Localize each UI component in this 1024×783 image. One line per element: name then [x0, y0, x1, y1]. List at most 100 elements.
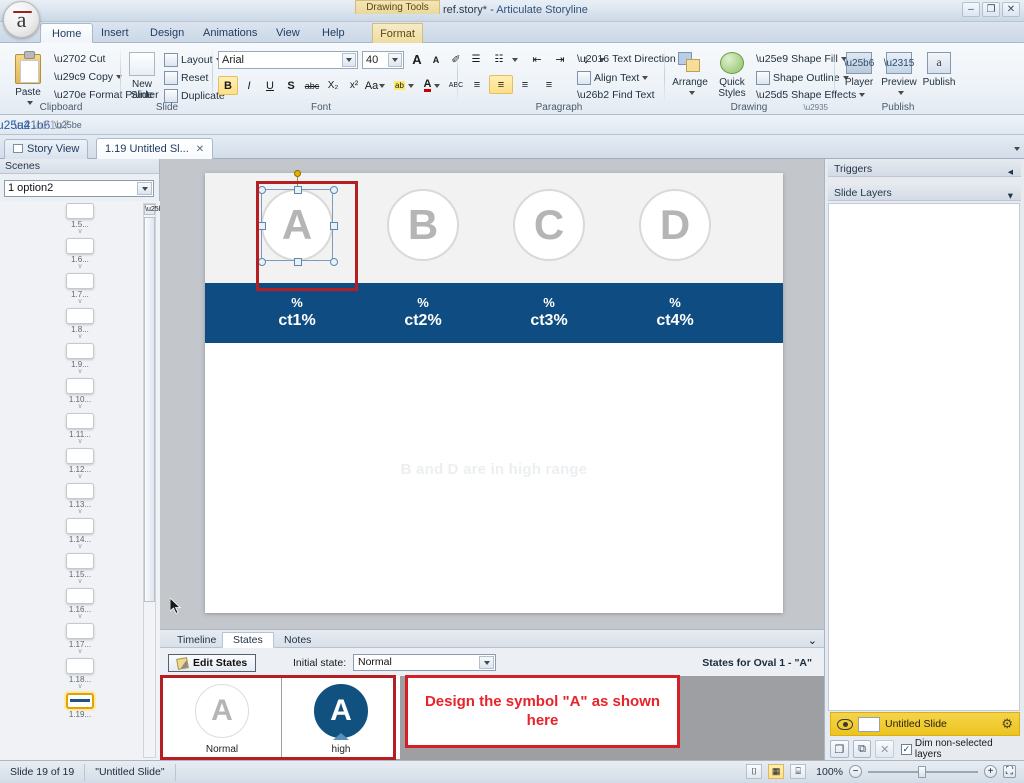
italic-button[interactable]: I — [239, 76, 259, 95]
oval-shape-c[interactable]: C — [513, 189, 585, 261]
slide-thumbnail[interactable] — [66, 518, 94, 534]
zoom-out-button[interactable]: − — [849, 765, 862, 778]
slide-layers-list[interactable] — [828, 203, 1020, 711]
publish-button[interactable]: a Publish — [920, 50, 958, 88]
percent-block-4[interactable]: % ct4% — [620, 295, 730, 331]
edit-states-button[interactable]: Edit States — [168, 654, 257, 672]
list-item[interactable]: 1.12... ∨ — [0, 448, 160, 480]
close-tab-icon[interactable]: ✕ — [196, 144, 204, 155]
delete-layer-button[interactable]: ✕ — [875, 740, 895, 758]
grow-font-button[interactable]: A — [407, 50, 427, 69]
subscript-button[interactable]: X₂ — [323, 76, 343, 95]
collapse-panel-chevron-icon[interactable]: ⌄ — [808, 634, 817, 647]
font-size-combo[interactable]: 40 — [362, 51, 404, 69]
fit-to-window-button[interactable]: ⛶ — [1003, 765, 1016, 778]
numbering-button[interactable]: ☷ — [488, 50, 510, 69]
new-slide-button[interactable]: New Slide — [124, 50, 160, 101]
font-size-chevron-down-icon[interactable] — [388, 53, 402, 67]
initial-state-chevron-down-icon[interactable] — [479, 656, 494, 669]
list-item[interactable]: 1.18... ∨ — [0, 658, 160, 690]
layer-row-untitled-slide[interactable]: Untitled Slide ⚙ — [830, 712, 1020, 736]
list-item[interactable]: 1.13... ∨ — [0, 483, 160, 515]
zoom-slider[interactable] — [868, 765, 978, 778]
dim-non-selected-layers-option[interactable]: ✓ Dim non-selected layers — [901, 738, 1020, 760]
change-case-button[interactable]: Aa — [365, 76, 386, 95]
player-button[interactable]: \u25b6 Player — [840, 50, 878, 88]
restore-button[interactable]: ❐ — [982, 2, 1000, 17]
new-layer-button[interactable]: ❐ — [830, 740, 849, 758]
preview-button[interactable]: \u2315 Preview — [878, 50, 920, 99]
paste-button[interactable]: Paste — [8, 50, 48, 109]
shrink-font-button[interactable]: A — [426, 50, 446, 69]
list-item[interactable]: 1.9... ∨ — [0, 343, 160, 375]
slide-thumbnail[interactable] — [66, 308, 94, 324]
reset-button[interactable]: Reset — [164, 71, 208, 85]
align-text-chevron-down-icon[interactable] — [642, 76, 649, 80]
dim-checkbox[interactable]: ✓ — [901, 743, 912, 755]
oval-shape-b[interactable]: B — [387, 189, 459, 261]
slide-thumbnail-selected[interactable] — [66, 693, 94, 709]
bullets-button[interactable]: ☰ — [465, 50, 487, 69]
cut-button[interactable]: \u2702 Cut — [54, 53, 105, 65]
slide-thumbnail[interactable] — [66, 658, 94, 674]
percent-block-2[interactable]: % ct2% — [368, 295, 478, 331]
bold-button[interactable]: B — [218, 76, 238, 95]
tab-states[interactable]: States — [222, 632, 274, 648]
numbering-chevron-down-icon[interactable] — [510, 50, 520, 69]
highlight-color-button[interactable]: ab — [394, 76, 414, 95]
triggers-panel-header[interactable]: Triggers ◂ — [828, 161, 1021, 178]
slide-thumbnail[interactable] — [66, 273, 94, 289]
zoom-in-button[interactable]: + — [984, 765, 997, 778]
list-item-selected[interactable]: 1.19... — [0, 693, 160, 719]
slide-thumbnail[interactable] — [66, 448, 94, 464]
scroll-up-button[interactable]: \u25b2 — [144, 204, 166, 215]
copy-button[interactable]: \u29c9 Copy — [54, 71, 123, 83]
thumbnail-scrollbar[interactable]: \u25b2 — [143, 203, 166, 758]
view-normal-button[interactable]: ▦ — [768, 764, 785, 779]
tab-notes[interactable]: Notes — [273, 632, 322, 648]
eye-icon[interactable] — [837, 718, 853, 730]
list-item[interactable]: 1.14... ∨ — [0, 518, 160, 550]
list-item[interactable]: 1.8... ∨ — [0, 308, 160, 340]
slide-surface[interactable]: A B C D % ct1% % ct2% % ct3% % ct4% B an… — [205, 170, 783, 613]
list-item[interactable]: 1.10... ∨ — [0, 378, 160, 410]
tab-format[interactable]: Format — [372, 23, 423, 43]
close-button[interactable]: ✕ — [1002, 2, 1020, 17]
duplicate-layer-button[interactable]: ⧉ — [852, 740, 872, 758]
list-item[interactable]: 1.11... ∨ — [0, 413, 160, 445]
gear-icon[interactable]: ⚙ — [1001, 716, 1013, 732]
customize-qat-chevron-down-icon[interactable]: \u25be — [54, 117, 82, 133]
slide-layers-panel-header[interactable]: Slide Layers ▾ — [828, 185, 1021, 204]
text-shadow-button[interactable]: S — [281, 76, 301, 95]
slide-thumbnail[interactable] — [66, 378, 94, 394]
application-menu-orb[interactable]: a — [3, 1, 40, 38]
slide-thumbnail[interactable] — [66, 413, 94, 429]
arrange-button[interactable]: Arrange — [670, 50, 710, 99]
align-right-button[interactable]: ≡ — [513, 75, 537, 94]
find-text-button[interactable]: \u26b2 Find Text — [577, 89, 655, 101]
strikethrough-button[interactable]: abc — [302, 76, 322, 95]
underline-button[interactable]: U — [260, 76, 280, 95]
view-notes-button[interactable]: ⌸ — [790, 764, 807, 779]
align-center-button[interactable]: ≡ — [489, 75, 513, 94]
slide-thumbnail[interactable] — [66, 588, 94, 604]
list-item[interactable]: 1.15... ∨ — [0, 553, 160, 585]
scene-selector-dropdown[interactable]: 1 option2 — [4, 180, 154, 197]
slide-layers-collapse-chevron-icon[interactable]: ▾ — [1008, 188, 1013, 204]
tab-story-view[interactable]: Story View — [4, 139, 89, 159]
tab-home[interactable]: Home — [40, 23, 94, 43]
list-item[interactable]: 1.6... ∨ — [0, 238, 160, 270]
tab-help[interactable]: Help — [311, 23, 356, 43]
percent-block-1[interactable]: % ct1% — [242, 295, 352, 331]
superscript-button[interactable]: x² — [344, 76, 364, 95]
scrollbar-thumb[interactable] — [144, 217, 155, 602]
rotate-handle[interactable] — [293, 170, 301, 177]
slide-thumbnail[interactable] — [66, 238, 94, 254]
tab-design[interactable]: Design — [139, 23, 195, 43]
preview-chevron-down-icon[interactable] — [897, 91, 904, 96]
slide-thumbnail-list[interactable]: 1.5... ∨ 1.6... ∨ 1.7... ∨ 1.8... ∨ 1.9... ∨ … — [0, 201, 160, 760]
tab-insert[interactable]: Insert — [90, 23, 140, 43]
slide-thumbnail[interactable] — [66, 343, 94, 359]
align-text-button[interactable]: Align Text — [577, 71, 649, 85]
initial-state-dropdown[interactable]: Normal — [353, 654, 496, 671]
